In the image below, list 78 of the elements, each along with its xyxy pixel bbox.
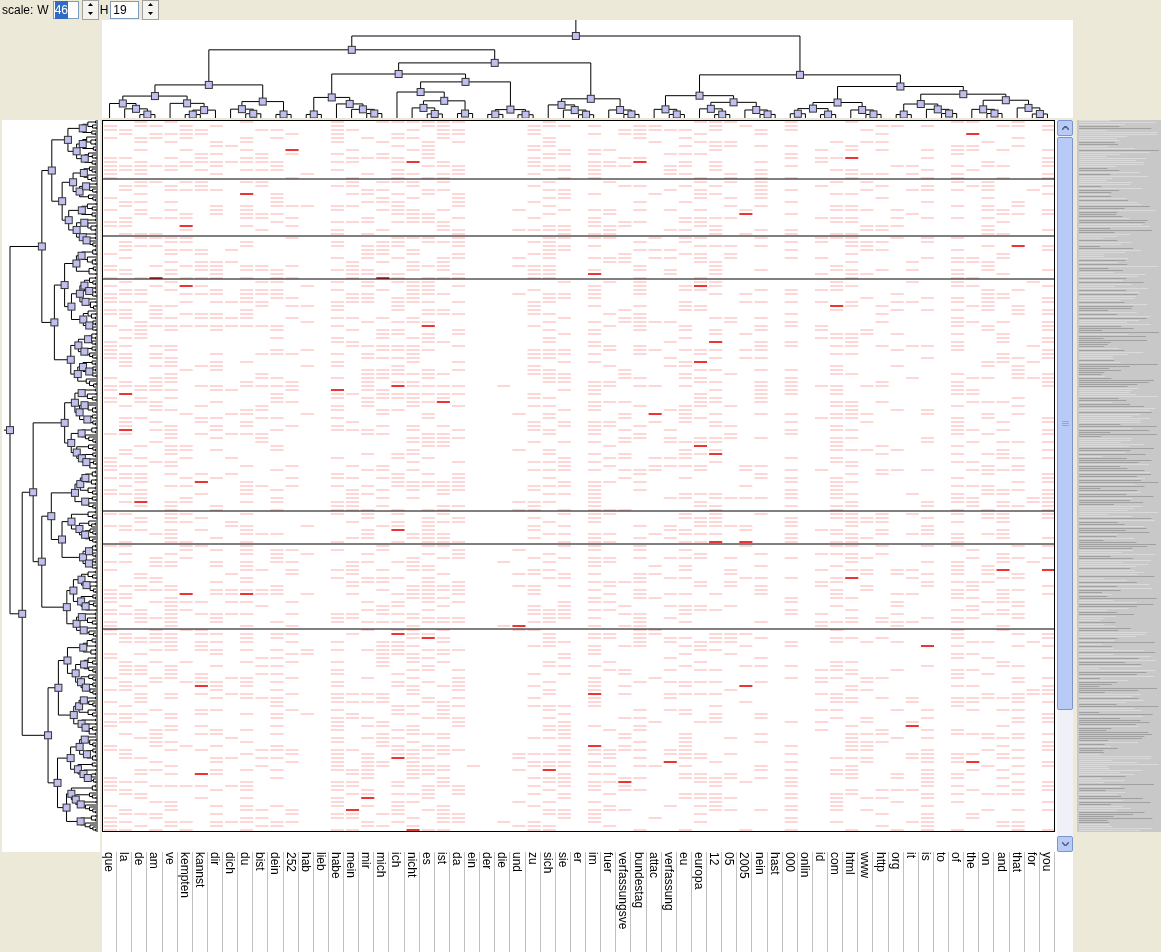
column-label: com — [828, 852, 843, 875]
column-label: de — [132, 852, 147, 866]
column-label: ve — [162, 852, 177, 865]
column-label: sie — [555, 852, 570, 868]
column-label: la — [117, 852, 132, 862]
column-label: mir — [359, 852, 374, 869]
column-label: of — [949, 852, 964, 862]
column-label: nicht — [404, 852, 419, 878]
down-arrow-icon — [87, 12, 93, 15]
scale-label: scale: — [2, 2, 34, 19]
column-label: it — [903, 852, 918, 858]
column-label: du — [238, 852, 253, 866]
scroll-thumb[interactable] — [1057, 137, 1073, 710]
column-label: und — [510, 852, 525, 873]
scroll-up-button[interactable] — [1057, 120, 1073, 136]
column-label: mein — [344, 852, 359, 878]
column-label: nein — [752, 852, 767, 875]
column-label: attac — [646, 852, 661, 878]
column-label: id — [813, 852, 827, 862]
column-label: hab — [298, 852, 313, 873]
height-input[interactable]: 19 — [110, 1, 140, 19]
column-label: and — [994, 852, 1009, 873]
column-label: to — [934, 852, 949, 862]
column-label: ich — [389, 852, 404, 868]
column-label: der — [480, 852, 495, 870]
grip-icon — [1061, 420, 1069, 427]
column-label: you — [1039, 852, 1054, 872]
column-label: zu — [525, 852, 540, 865]
width-label: W — [37, 2, 49, 19]
column-label: am — [147, 852, 162, 869]
column-label: ein — [465, 852, 480, 868]
column-label: on — [979, 852, 994, 866]
column-label: dir — [207, 852, 222, 866]
column-label: verfassung — [661, 852, 676, 911]
up-arrow-icon — [148, 3, 154, 6]
column-label: im — [586, 852, 601, 865]
column-label: eu — [676, 852, 691, 866]
height-spinner[interactable] — [142, 0, 160, 20]
column-label: for — [1024, 852, 1039, 866]
column-label: org — [888, 852, 903, 870]
column-label: 000 — [782, 852, 797, 873]
column-label: habe — [328, 852, 343, 879]
down-arrow-icon — [148, 12, 154, 15]
column-label: lieb — [313, 852, 328, 871]
column-label: www — [858, 852, 873, 878]
column-label: 05 — [722, 852, 737, 866]
column-label: verfassungsve — [616, 852, 631, 930]
column-label: que — [102, 852, 117, 873]
column-label: http — [873, 852, 888, 872]
column-label: 12 — [707, 852, 722, 866]
column-label: kempten — [177, 852, 192, 899]
column-label: europa — [692, 852, 706, 890]
column-label: onlin — [797, 852, 812, 878]
column-label: mich — [374, 852, 389, 878]
column-label: es — [419, 852, 434, 865]
column-label: bist — [253, 852, 268, 871]
up-arrow-icon — [87, 3, 93, 6]
column-label: kannst — [192, 852, 207, 888]
width-input[interactable]: 46 — [52, 1, 79, 19]
column-label: the — [964, 852, 979, 869]
column-label: da — [449, 852, 464, 866]
column-label: is — [918, 852, 933, 861]
column-label: die — [495, 852, 510, 868]
column-label: 252 — [283, 852, 298, 873]
column-label: ist — [434, 852, 449, 864]
column-label: er — [571, 852, 585, 863]
column-label: sich — [540, 852, 555, 874]
column-label: fuer — [601, 852, 616, 873]
column-label: bundestag — [631, 852, 646, 909]
column-label: html — [843, 852, 858, 875]
column-label: that — [1009, 852, 1024, 872]
column-label: dich — [223, 852, 238, 874]
scroll-down-button[interactable] — [1057, 836, 1073, 852]
column-label: 2005 — [737, 852, 752, 879]
column-label: hast — [767, 852, 782, 875]
column-label: dein — [268, 852, 283, 875]
height-label: H — [99, 2, 109, 19]
width-spinner[interactable] — [81, 0, 99, 20]
